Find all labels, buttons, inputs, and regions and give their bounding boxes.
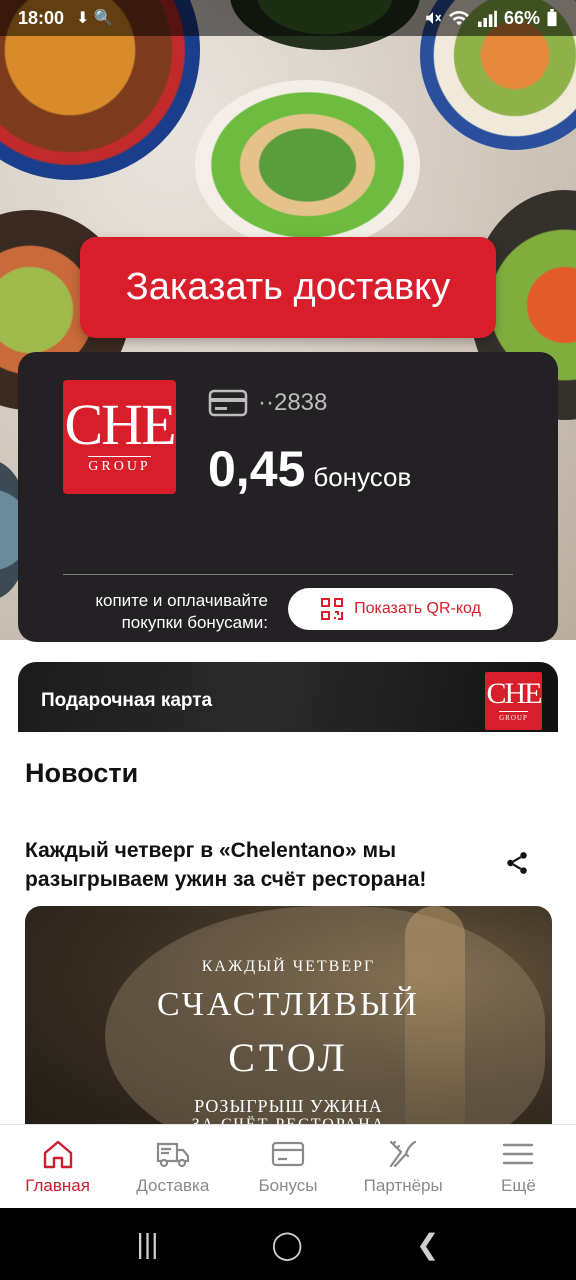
nav-home[interactable]: Главная	[0, 1125, 115, 1208]
card-number: ··2838	[258, 389, 328, 416]
show-qr-label: Показать QR-код	[354, 600, 481, 617]
card-icon	[271, 1141, 305, 1166]
share-button[interactable]	[503, 850, 531, 878]
bonus-amount: 0,45	[208, 441, 306, 497]
logo-sub: GROUP	[499, 711, 528, 722]
order-delivery-button[interactable]: Заказать доставку	[80, 237, 496, 338]
che-group-logo: CHE GROUP	[63, 380, 177, 494]
bottom-nav: Главная Доставка Бонусы Партнёры Ещё	[0, 1124, 576, 1208]
image-text-line: ЗА СЧЁТ РЕСТОРАНА	[25, 1116, 552, 1124]
logo-text: CHE	[64, 392, 177, 458]
logo-sub: GROUP	[88, 455, 151, 475]
nav-partners-label: Партнёры	[363, 1175, 443, 1195]
nav-home-label: Главная	[25, 1175, 90, 1195]
che-group-logo-small: CHE GROUP	[485, 672, 543, 730]
mute-icon	[426, 12, 442, 24]
nav-delivery[interactable]: Доставка	[115, 1125, 230, 1208]
system-nav-bar: ||| ◯ ❮	[0, 1208, 576, 1280]
news-item-title[interactable]: Каждый четверг в «Chelentano» мы разыгры…	[25, 836, 465, 894]
nav-more[interactable]: Ещё	[461, 1125, 576, 1208]
status-bar: 18:00 ⬇ 🔍 66%	[0, 0, 576, 36]
recents-button[interactable]: |||	[137, 1228, 159, 1260]
status-time: 18:00	[18, 7, 65, 28]
show-qr-button[interactable]: Показать QR-код	[288, 588, 513, 630]
gift-card-label: Подарочная карта	[41, 690, 213, 711]
bonus-card: CHE GROUP ··2838 0,45 бонусов копите и о…	[18, 352, 558, 642]
news-heading: Новости	[25, 758, 139, 788]
image-text-line: СЧАСТЛИВЫЙ	[156, 986, 421, 1023]
caesar-plate-image	[195, 80, 420, 250]
qr-code-icon	[321, 598, 344, 620]
image-text-line: РОЗЫГРЫШ УЖИНА	[194, 1096, 383, 1116]
nav-more-label: Ещё	[501, 1175, 536, 1195]
home-button[interactable]: ◯	[271, 1228, 302, 1261]
signal-icon	[477, 10, 497, 27]
nav-bonuses[interactable]: Бонусы	[230, 1125, 345, 1208]
status-right: 66%	[424, 8, 558, 29]
back-button[interactable]: ❮	[416, 1228, 439, 1261]
wifi-icon	[449, 10, 469, 26]
news-item-image[interactable]: КАЖДЫЙ ЧЕТВЕРГ СЧАСТЛИВЫЙ СТОЛ РОЗЫГРЫШ …	[25, 906, 552, 1124]
fork-knife-icon	[390, 1140, 417, 1167]
truck-icon	[156, 1142, 189, 1167]
status-notification-icons: ⬇ 🔍	[76, 10, 114, 27]
bonus-balance: 0,45 бонусов	[208, 440, 411, 498]
nav-bonuses-label: Бонусы	[258, 1175, 318, 1195]
home-icon	[43, 1140, 72, 1168]
bonus-unit: бонусов	[313, 462, 412, 492]
card-number-row: ··2838	[208, 388, 327, 418]
image-text-line: СТОЛ	[228, 1035, 349, 1080]
logo-text: CHE	[486, 677, 543, 710]
news-section: Новости Каждый четверг в «Chelentano» мы…	[0, 732, 576, 1124]
gift-card-banner[interactable]: Подарочная карта CHE GROUP	[18, 662, 558, 732]
nav-partners[interactable]: Партнёры	[346, 1125, 461, 1208]
battery-icon	[547, 9, 557, 27]
battery-percent: 66%	[503, 7, 540, 28]
credit-card-icon	[208, 389, 248, 417]
card-divider	[63, 574, 513, 575]
share-icon	[507, 852, 527, 874]
image-text-line: КАЖДЫЙ ЧЕТВЕРГ	[201, 958, 376, 975]
accumulate-text: копите и оплачивайте покупки бонусами:	[95, 591, 268, 632]
menu-icon	[503, 1143, 534, 1164]
nav-delivery-label: Доставка	[136, 1175, 210, 1195]
